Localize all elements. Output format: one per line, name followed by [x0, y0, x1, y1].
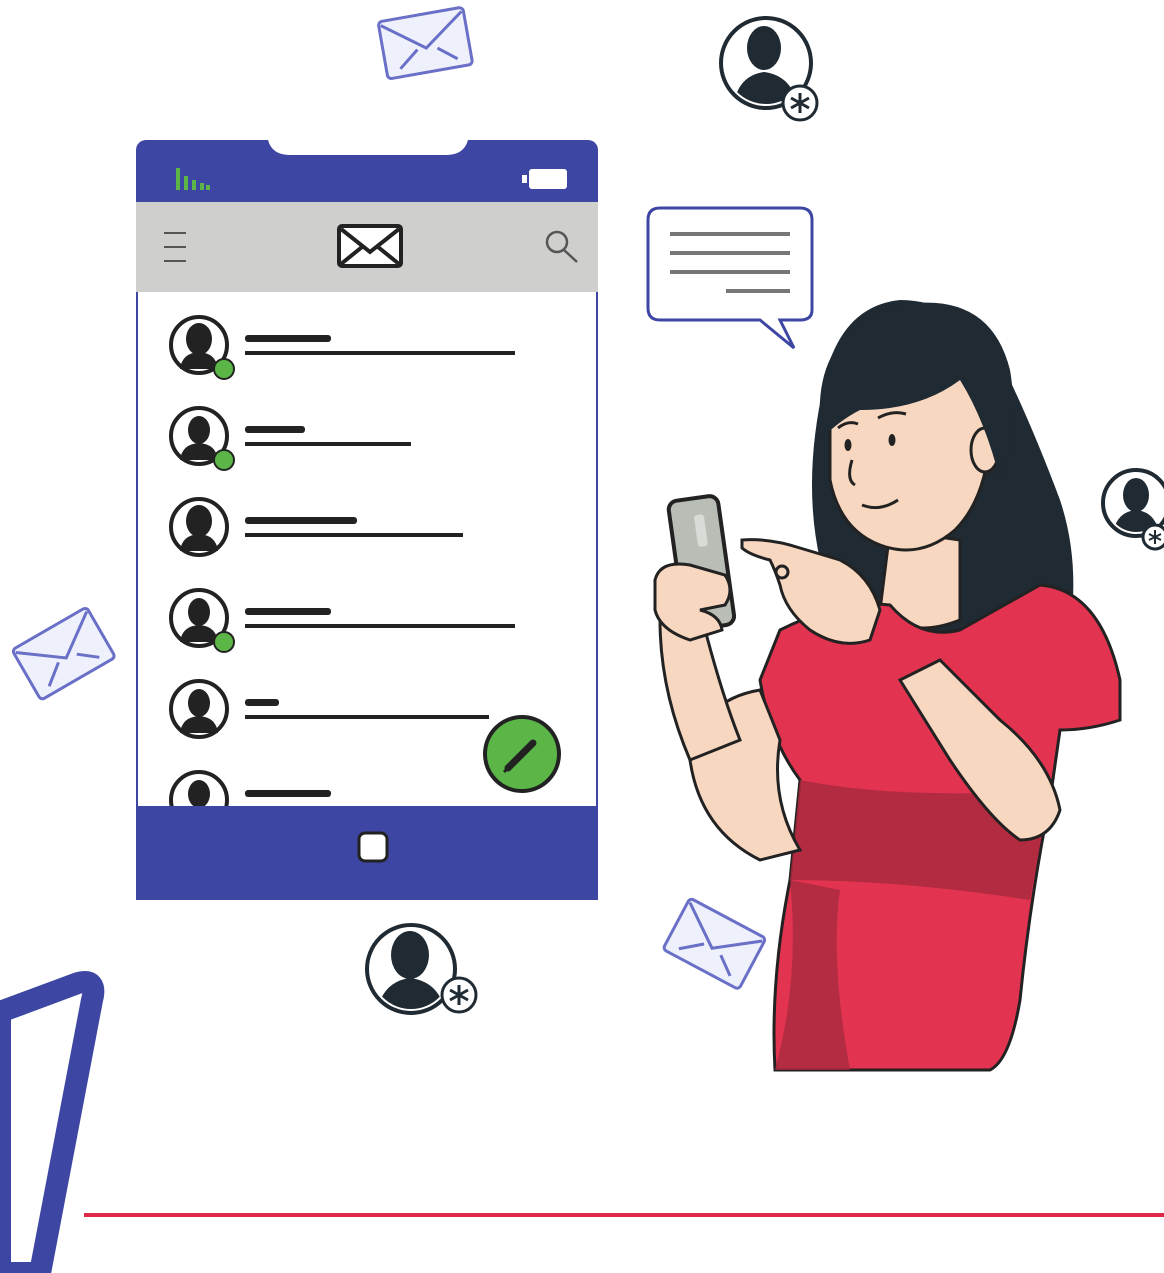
- home-button-icon[interactable]: [357, 831, 389, 863]
- floating-avatar-bottom: [365, 923, 478, 1015]
- message-sender-placeholder: [245, 335, 331, 342]
- message-sender-placeholder: [245, 699, 279, 706]
- online-status-badge: [213, 358, 235, 380]
- speech-bubble: [646, 206, 814, 350]
- decorative-red-line: [84, 1213, 1164, 1217]
- compose-button[interactable]: [483, 715, 561, 793]
- decorative-blue-stroke: [0, 971, 105, 1273]
- floating-envelope-left: [11, 606, 116, 701]
- message-sender-placeholder: [245, 790, 331, 797]
- message-preview-placeholder: [245, 715, 489, 719]
- person-silhouette-icon: [186, 505, 212, 537]
- person-silhouette-icon: [188, 598, 210, 626]
- online-status-badge: [213, 449, 235, 471]
- person-silhouette-icon: [188, 689, 210, 717]
- message-preview-placeholder: [245, 624, 515, 628]
- person-silhouette-icon: [186, 323, 212, 355]
- floating-avatar-right: [1101, 468, 1164, 551]
- message-preview-placeholder: [245, 442, 411, 446]
- mail-icon[interactable]: [337, 224, 403, 268]
- message-preview-placeholder: [245, 351, 515, 355]
- message-sender-placeholder: [245, 608, 331, 615]
- message-sender-placeholder: [245, 426, 305, 433]
- asterisk-badge-icon: [781, 84, 819, 122]
- person-silhouette-icon: [188, 416, 210, 444]
- online-status-badge: [213, 631, 235, 653]
- message-sender-placeholder: [245, 517, 357, 524]
- messaging-illustration: [0, 6, 1164, 1273]
- phone-mockup: [136, 140, 598, 900]
- floating-envelope-bottom: [662, 897, 767, 990]
- floating-avatar-top: [719, 16, 819, 122]
- message-preview-placeholder: [245, 533, 463, 537]
- person-silhouette-icon: [188, 780, 210, 806]
- floating-envelope-top: [377, 6, 474, 80]
